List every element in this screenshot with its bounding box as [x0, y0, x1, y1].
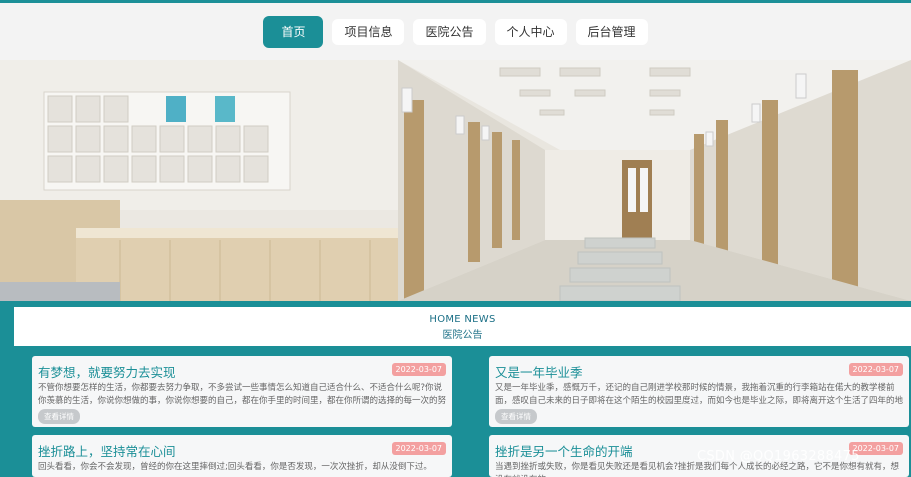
news-section-header: HOME NEWS 医院公告	[14, 307, 911, 346]
news-card-date: 2022-03-07	[848, 363, 903, 376]
nav-item-home[interactable]: 首页	[263, 15, 324, 48]
main-navbar: 首页 项目信息 医院公告 个人中心 后台管理	[0, 3, 911, 60]
csdn-watermark: CSDN @QQ1963288475	[697, 449, 860, 464]
news-card[interactable]: 又是一年毕业季 2022-03-07 又是一年毕业季，感慨万千，还记的自己刚进学…	[489, 356, 909, 427]
news-header-cn: 医院公告	[442, 330, 483, 341]
view-details-button[interactable]: 查看详情	[495, 409, 537, 424]
news-card-excerpt: 不管你想要怎样的生活，你都要去努力争取，不多尝试一些事情怎么知道自己适合什么、不…	[38, 383, 446, 406]
news-header-en: HOME NEWS	[429, 314, 496, 325]
nav-item-projects[interactable]: 项目信息	[332, 18, 405, 45]
view-details-button[interactable]: 查看详情	[38, 409, 80, 424]
nav-item-personal-center[interactable]: 个人中心	[494, 18, 567, 45]
news-card-date: 2022-03-07	[391, 363, 446, 376]
news-card-title[interactable]: 有梦想，就要努力去实现	[38, 362, 176, 381]
news-card-title[interactable]: 挫折是另一个生命的开端	[495, 441, 633, 460]
news-card-title[interactable]: 挫折路上，坚持常在心间	[38, 441, 176, 460]
news-card[interactable]: 挫折路上，坚持常在心间 2022-03-07 回头看看，你会不会发现，曾经的你在…	[32, 435, 452, 477]
news-card-date: 2022-03-07	[391, 442, 446, 455]
news-card[interactable]: 有梦想，就要努力去实现 2022-03-07 不管你想要怎样的生活，你都要去努力…	[32, 356, 452, 427]
nav-item-admin[interactable]: 后台管理	[575, 18, 648, 45]
nav-item-announcements[interactable]: 医院公告	[413, 18, 486, 45]
news-card-title[interactable]: 又是一年毕业季	[495, 362, 583, 381]
hero-carousel[interactable]	[0, 60, 911, 301]
news-card-excerpt: 回头看看，你会不会发现，曾经的你在这里摔倒过;回头看看，你是否发现，一次次挫折，…	[38, 462, 432, 472]
news-card-excerpt: 又是一年毕业季，感慨万千，还记的自己刚进学校那时候的情景，我拖着沉重的行李箱站在…	[495, 383, 903, 406]
hospital-corridor-image	[0, 60, 911, 301]
